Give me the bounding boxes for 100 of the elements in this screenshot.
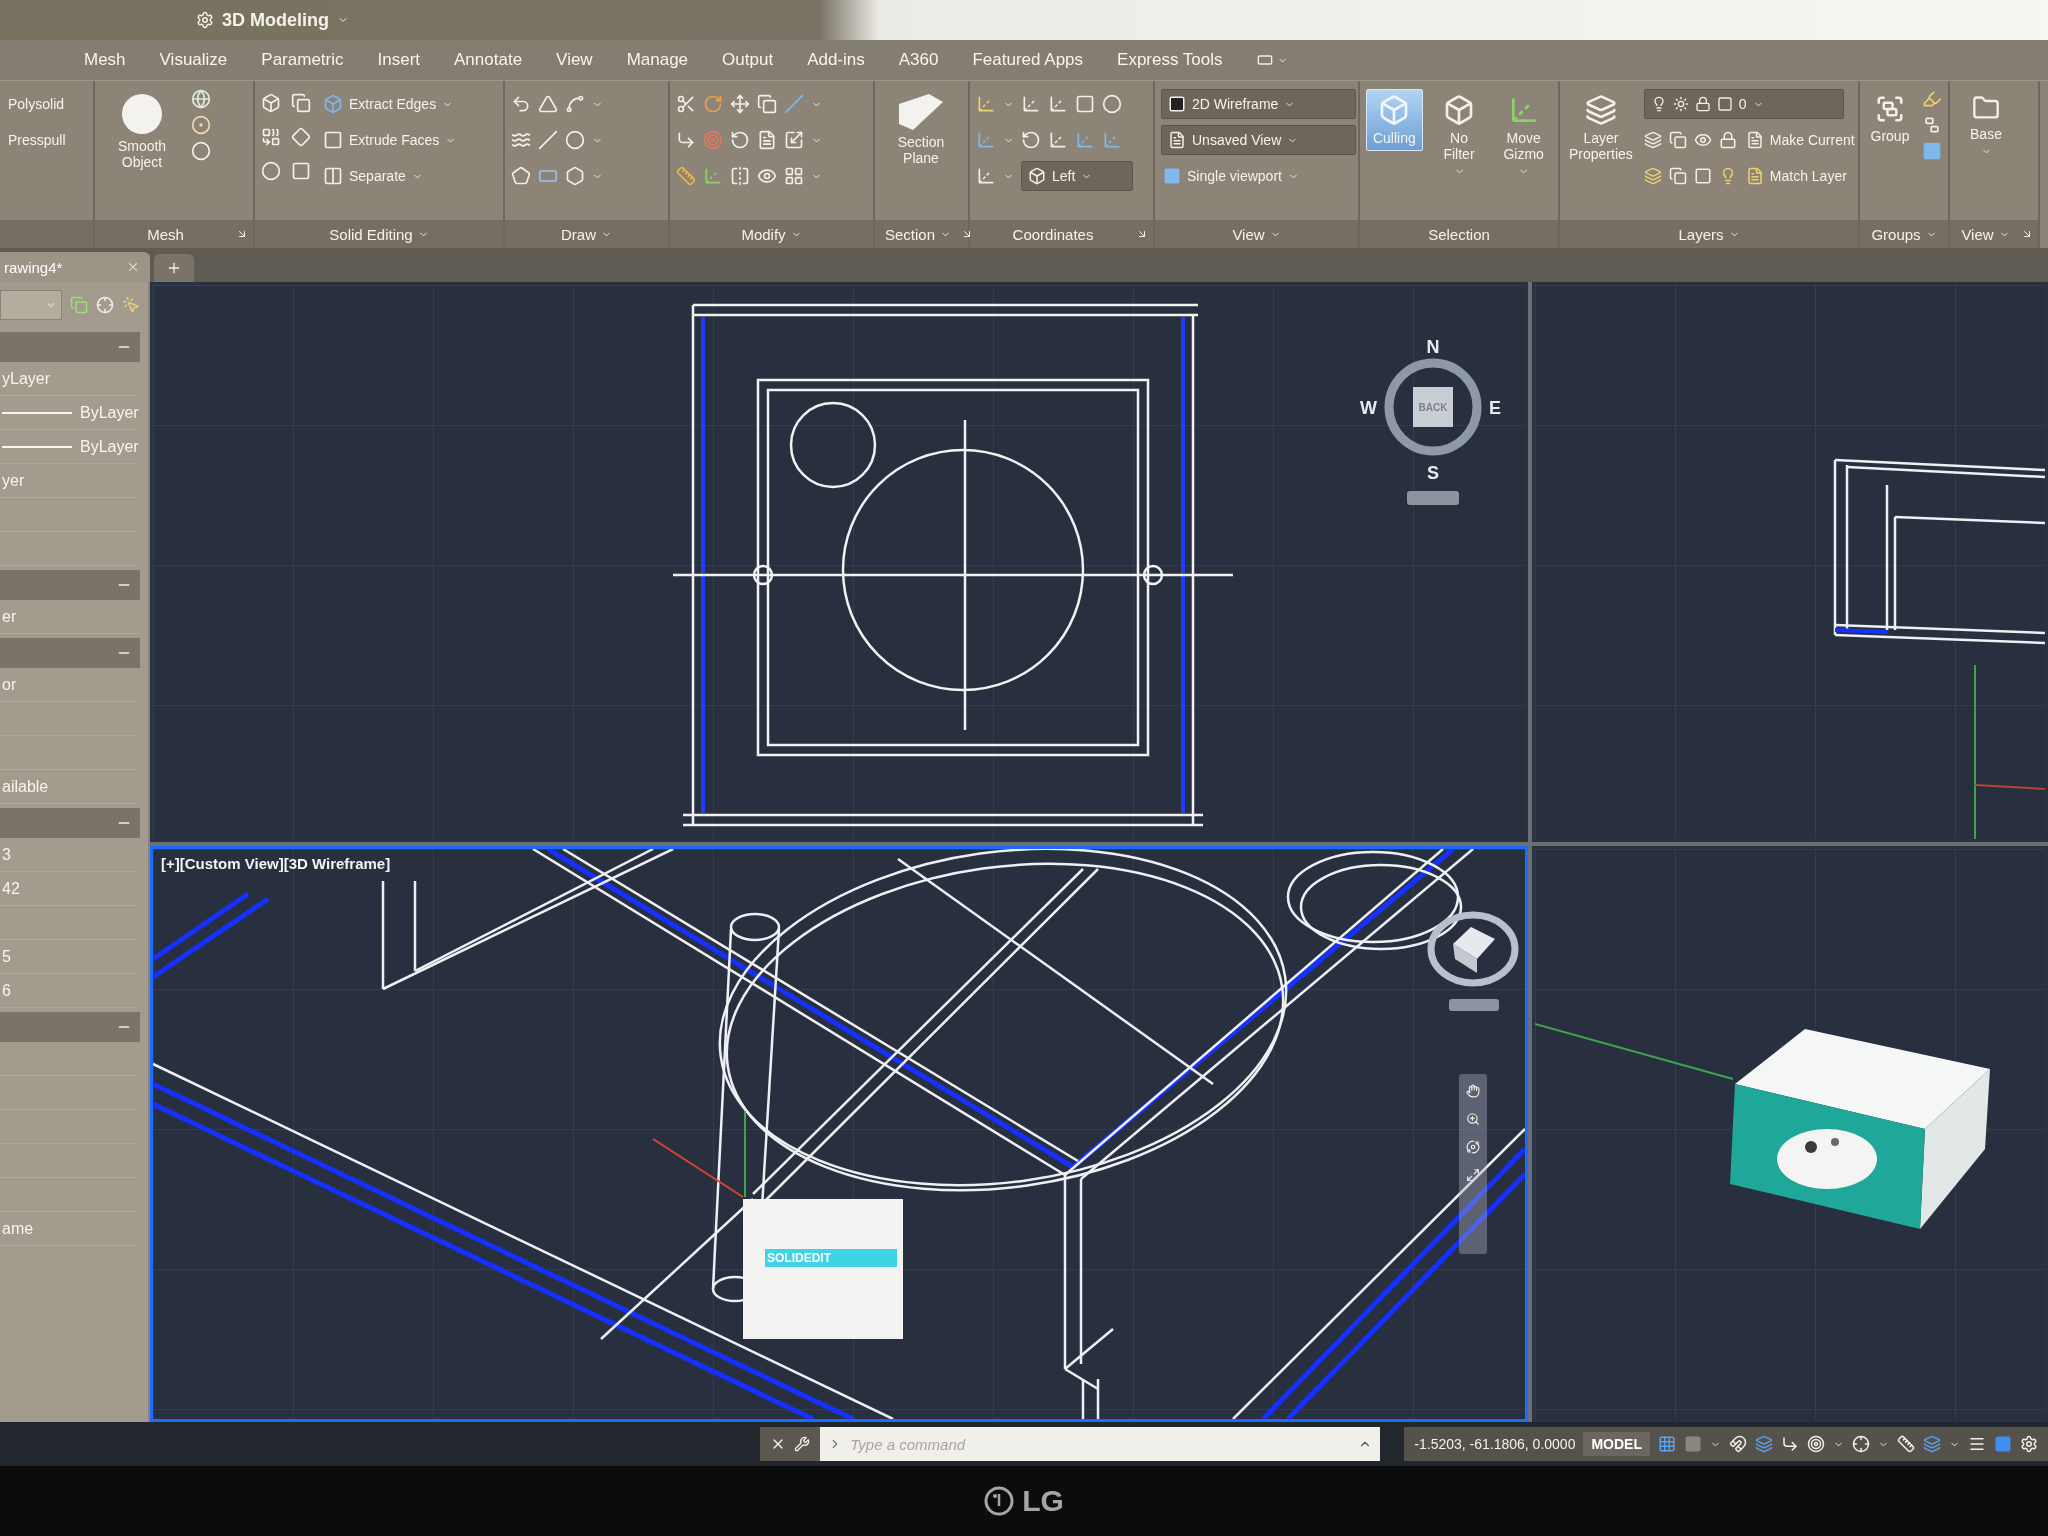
panel-title[interactable]: View xyxy=(1961,225,1994,243)
ribbon-tab[interactable]: Parametric xyxy=(247,44,358,76)
layer-dropdown[interactable]: 0 xyxy=(1643,89,1844,119)
eye-icon[interactable] xyxy=(757,166,777,186)
axes-icon[interactable] xyxy=(1075,130,1095,150)
ribbon-tab[interactable]: View xyxy=(542,44,607,76)
viewport[interactable] xyxy=(1532,846,2048,1422)
folder-icon[interactable] xyxy=(1972,94,2000,122)
axes-icon[interactable] xyxy=(703,166,723,186)
axes-icon[interactable] xyxy=(1021,94,1041,114)
axes-icon[interactable] xyxy=(1048,130,1068,150)
axes-icon[interactable] xyxy=(976,130,996,150)
ribbon-button[interactable]: Culling xyxy=(1366,89,1423,152)
circle-icon[interactable] xyxy=(1102,94,1122,114)
ribbon-tab[interactable]: Insert xyxy=(363,44,435,76)
orbit-icon[interactable] xyxy=(1466,1140,1480,1154)
axes-icon[interactable] xyxy=(976,94,996,114)
hexagon-icon[interactable] xyxy=(565,166,585,186)
circle-icon[interactable] xyxy=(191,141,211,161)
ribbon-button[interactable]: Layer Properties xyxy=(1566,89,1636,168)
panel-title[interactable]: Modify xyxy=(741,225,786,243)
cube-icon[interactable] xyxy=(1443,94,1475,126)
ribbon-button[interactable]: Single viewport xyxy=(1161,161,1356,191)
triangle-icon[interactable] xyxy=(538,94,558,114)
hand-icon[interactable] xyxy=(1466,1084,1480,1098)
panel-title[interactable]: Groups xyxy=(1871,225,1921,243)
corner-arrow-icon[interactable] xyxy=(676,130,696,150)
ribbon-button[interactable]: Section Plane xyxy=(881,89,961,172)
layers-icon[interactable] xyxy=(1584,94,1617,126)
circle-dot-icon[interactable] xyxy=(191,115,211,135)
layers-icon[interactable] xyxy=(1643,131,1662,149)
ribbon-tab[interactable]: Add-ins xyxy=(793,44,879,76)
square-icon[interactable] xyxy=(1994,1435,2012,1453)
expand-arrows-icon[interactable] xyxy=(1466,1168,1480,1182)
square-icon[interactable] xyxy=(1693,167,1712,185)
viewport[interactable]: N W BACK E S xyxy=(150,282,1528,842)
pentagon-icon[interactable] xyxy=(511,166,531,186)
compass-ring-icon[interactable] xyxy=(1384,358,1482,456)
square-icon[interactable] xyxy=(1684,1435,1702,1453)
resize-icon[interactable] xyxy=(784,130,804,150)
viewcube-icon[interactable] xyxy=(1427,911,1519,987)
copy-icon[interactable] xyxy=(1668,167,1687,185)
model-tab[interactable]: MODEL xyxy=(1583,1432,1650,1456)
line-icon[interactable] xyxy=(784,94,804,114)
panel-title[interactable]: Draw xyxy=(561,225,596,243)
axes-icon[interactable] xyxy=(976,166,996,186)
file-tab[interactable]: rawing4* xyxy=(0,252,150,282)
grid-icon[interactable] xyxy=(1658,1435,1676,1453)
launcher-arrow-icon[interactable] xyxy=(2021,228,2033,240)
viewport-label[interactable]: [+][Custom View][3D Wireframe] xyxy=(161,855,391,872)
ribbon-button[interactable]: Make Current xyxy=(1743,125,1857,155)
crosshair-icon[interactable] xyxy=(1852,1435,1870,1453)
ribbon-button[interactable]: Extrude Faces xyxy=(321,125,459,155)
highlighter-icon[interactable] xyxy=(1922,89,1942,109)
corner-arrow-icon[interactable] xyxy=(1781,1435,1799,1453)
diamond-icon[interactable] xyxy=(291,127,311,147)
ribbon-button[interactable]: Polysolid xyxy=(6,89,68,119)
ribbon-tab[interactable]: A360 xyxy=(884,44,953,76)
wave-icon[interactable] xyxy=(511,130,531,150)
document-icon[interactable] xyxy=(1745,131,1764,149)
cube-icon[interactable] xyxy=(323,94,343,114)
rotate-icon[interactable] xyxy=(703,94,723,114)
ribbon-button[interactable]: Group xyxy=(1866,89,1914,150)
layers-icon[interactable] xyxy=(1755,1435,1773,1453)
ribbon-tab[interactable]: Featured Apps xyxy=(958,44,1098,76)
panel-title[interactable]: View xyxy=(1232,225,1265,243)
axes-icon[interactable] xyxy=(1102,130,1122,150)
panel-title[interactable]: Section xyxy=(885,225,936,243)
menu-icon[interactable] xyxy=(1968,1435,1986,1453)
workspace-dropdown[interactable]: 3D Modeling xyxy=(190,5,355,35)
panel-title[interactable]: Solid Editing xyxy=(329,225,413,243)
ribbon-button[interactable]: No Filter xyxy=(1430,89,1488,183)
scissors-icon[interactable] xyxy=(676,94,696,114)
panel-title[interactable]: Coordinates xyxy=(1012,225,1094,243)
pointer-click-icon[interactable] xyxy=(122,296,140,314)
panel-title[interactable]: Layers xyxy=(1678,225,1724,243)
magnet-icon[interactable] xyxy=(1729,1435,1747,1453)
ribbon-button[interactable]: Separate xyxy=(321,161,459,191)
ribbon-tab[interactable]: Mesh xyxy=(70,44,140,76)
tiles-icon[interactable] xyxy=(784,166,804,186)
globe-icon[interactable] xyxy=(191,89,211,109)
ribbon-tab[interactable]: Annotate xyxy=(440,44,537,76)
square-icon[interactable] xyxy=(1163,167,1181,185)
panel-title[interactable]: Mesh xyxy=(147,225,184,243)
eye-icon[interactable] xyxy=(1693,131,1712,149)
ribbon-button[interactable]: Extract Edges xyxy=(321,89,459,119)
zoom-icon[interactable] xyxy=(1466,1112,1480,1126)
axes-icon[interactable] xyxy=(1048,94,1068,114)
command-input[interactable]: Type a command xyxy=(848,1430,1353,1458)
new-tab-button[interactable] xyxy=(154,254,194,282)
copy-icon[interactable] xyxy=(291,93,311,113)
wrench-icon[interactable] xyxy=(794,1436,811,1452)
named-view-dropdown[interactable]: Unsaved View xyxy=(1161,125,1356,155)
ribbon-button[interactable]: Match Layer xyxy=(1743,161,1849,191)
ribbon-button[interactable]: Base xyxy=(1956,89,2016,163)
ucs-dropdown[interactable]: Left xyxy=(1021,161,1133,191)
ribbon-button[interactable]: Move Gizmo xyxy=(1495,89,1552,183)
copy-icon[interactable] xyxy=(70,296,88,314)
squares-arrow-icon[interactable] xyxy=(261,127,281,147)
layers-icon[interactable] xyxy=(1643,167,1662,185)
